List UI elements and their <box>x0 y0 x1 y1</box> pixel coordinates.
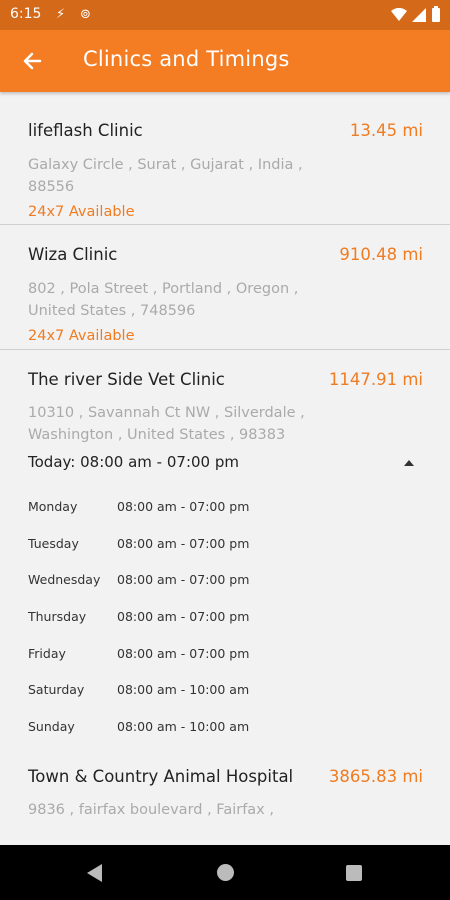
schedule-hours: 08:00 am - 07:00 pm <box>117 646 250 661</box>
clinic-item[interactable]: Wiza Clinic 910.48 mi 802 , Pola Street … <box>0 225 450 350</box>
schedule-day: Saturday <box>28 682 85 697</box>
clinic-distance: 1147.91 mi <box>328 370 423 389</box>
clinic-name: The river Side Vet Clinic <box>28 370 225 389</box>
schedule-hours: 08:00 am - 07:00 pm <box>117 499 250 514</box>
clinic-name: lifeflash Clinic <box>28 121 143 140</box>
schedule-hours: 08:00 am - 07:00 pm <box>117 536 250 551</box>
clinic-item[interactable]: The river Side Vet Clinic 1147.91 mi 103… <box>0 350 450 750</box>
clinic-distance: 13.45 mi <box>349 121 423 140</box>
signal-icon <box>412 8 426 22</box>
status-bar: 6:15 ⚡ ⊚ <box>0 0 450 30</box>
clinic-name: Town & Country Animal Hospital <box>28 767 294 786</box>
back-button[interactable] <box>14 43 50 79</box>
clinic-availability: 24x7 Available <box>28 204 135 220</box>
schedule-day: Thursday <box>28 609 87 624</box>
clinic-name: Wiza Clinic <box>28 245 118 264</box>
clinic-address: 802 , Pola Street , Portland , Oregon , … <box>28 281 299 319</box>
schedule-day: Friday <box>28 646 66 661</box>
clinic-availability: 24x7 Available <box>28 328 135 344</box>
clinic-item[interactable]: Town & Country Animal Hospital 3865.83 m… <box>0 750 450 845</box>
clinic-address: Galaxy Circle , Surat , Gujarat , India … <box>28 157 303 195</box>
nav-home-icon[interactable] <box>217 864 234 881</box>
battery-icon <box>432 6 440 22</box>
schedule-day: Monday <box>28 499 78 514</box>
status-time: 6:15 <box>10 6 42 22</box>
sync-icon: ⊚ <box>80 7 91 22</box>
arrow-back-icon <box>23 52 42 70</box>
today-hours[interactable]: Today: 08:00 am - 07:00 pm <box>28 453 239 471</box>
nav-back-icon[interactable] <box>87 864 102 882</box>
schedule-hours: 08:00 am - 07:00 pm <box>117 572 250 587</box>
schedule-hours: 08:00 am - 10:00 am <box>117 719 250 734</box>
clinic-address: 10310 , Savannah Ct NW , Silverdale , Wa… <box>28 405 305 443</box>
schedule-hours: 08:00 am - 07:00 pm <box>117 609 250 624</box>
app-bar: Clinics and Timings <box>0 30 450 92</box>
clinic-list[interactable]: lifeflash Clinic 13.45 mi Galaxy Circle … <box>0 92 450 845</box>
clinic-distance: 3865.83 mi <box>328 767 423 786</box>
system-nav-bar <box>0 845 450 900</box>
schedule-day: Sunday <box>28 719 75 734</box>
collapse-caret-icon[interactable] <box>404 460 414 466</box>
schedule-day: Tuesday <box>28 536 79 551</box>
data-saver-icon: ⚡ <box>56 7 66 22</box>
clinic-distance: 910.48 mi <box>339 245 423 264</box>
clinic-address: 9836 , fairfax boulevard , Fairfax , <box>28 802 274 818</box>
wifi-icon <box>391 8 407 21</box>
page-title: Clinics and Timings <box>83 47 290 71</box>
nav-recents-icon[interactable] <box>346 865 362 881</box>
clinic-item[interactable]: lifeflash Clinic 13.45 mi Galaxy Circle … <box>0 92 450 225</box>
schedule-day: Wednesday <box>28 572 101 587</box>
schedule-hours: 08:00 am - 10:00 am <box>117 682 250 697</box>
